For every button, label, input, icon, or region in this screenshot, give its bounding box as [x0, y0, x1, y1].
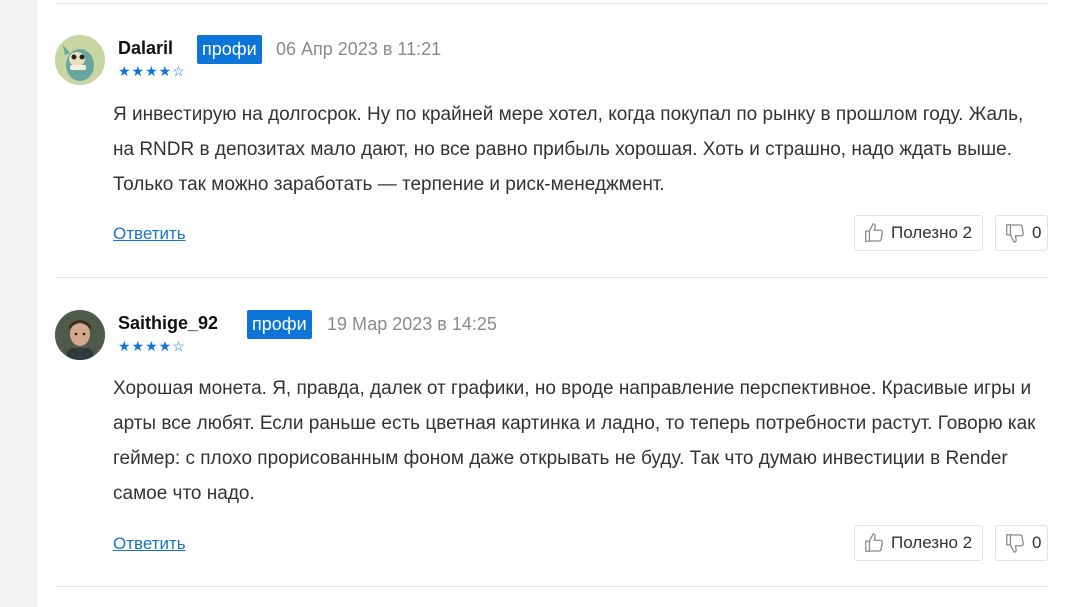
comment-date: 19 Мар 2023 в 14:25 — [327, 314, 497, 334]
dislike-count: 0 — [1032, 533, 1042, 552]
avatar[interactable] — [55, 310, 105, 360]
stars-filled: ★★★★ — [118, 338, 173, 354]
pro-badge: профи — [197, 35, 262, 64]
comment-date: 06 Апр 2023 в 11:21 — [276, 39, 442, 59]
comments-panel: Dalaril профи 06 Апр 2023 в 11:21 ★★★★☆ … — [37, 0, 1065, 607]
stars-filled: ★★★★ — [118, 63, 173, 79]
comment-text: Хорошая монета. Я, правда, далек от граф… — [113, 378, 1036, 504]
author-name[interactable]: Dalaril — [118, 38, 173, 59]
reply-link[interactable]: Ответить — [113, 224, 186, 244]
stars-empty: ☆ — [172, 63, 186, 79]
thumb-up-icon — [863, 532, 885, 554]
useful-label: Полезно 2 — [891, 223, 973, 242]
useful-button[interactable]: Полезно 2 — [854, 215, 983, 251]
dislike-button[interactable]: 0 — [995, 525, 1048, 561]
thumb-down-icon — [1004, 532, 1026, 554]
dislike-button[interactable]: 0 — [995, 215, 1048, 251]
reply-link[interactable]: Ответить — [113, 534, 186, 554]
divider — [55, 3, 1048, 4]
thumb-down-icon — [1004, 222, 1026, 244]
left-gutter — [0, 0, 37, 607]
divider — [55, 277, 1048, 278]
rating-stars: ★★★★☆ — [118, 338, 186, 355]
pro-badge: профи — [247, 310, 312, 339]
useful-label: Полезно 2 — [891, 533, 973, 552]
stars-empty: ☆ — [172, 338, 186, 354]
comment-item: Saithige_92 профи 19 Мар 2023 в 14:25 ★★… — [55, 310, 1048, 580]
useful-button[interactable]: Полезно 2 — [854, 525, 983, 561]
divider — [55, 586, 1048, 587]
comment-item: Dalaril профи 06 Апр 2023 в 11:21 ★★★★☆ … — [55, 35, 1048, 265]
author-name[interactable]: Saithige_92 — [118, 313, 218, 334]
comment-text: Я инвестирую на долгосрок. Ну по крайней… — [113, 104, 1024, 195]
thumb-up-icon — [863, 222, 885, 244]
dislike-count: 0 — [1032, 223, 1042, 242]
rating-stars: ★★★★☆ — [118, 63, 186, 80]
avatar[interactable] — [55, 35, 105, 85]
